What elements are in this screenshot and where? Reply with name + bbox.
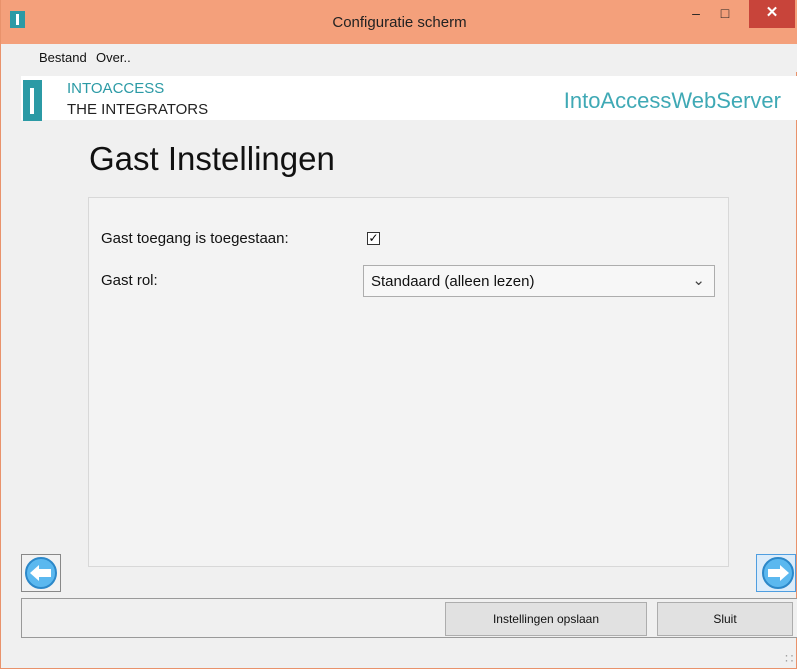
guest-role-select[interactable]: Standaard (alleen lezen) ⌄ [363,265,715,297]
forward-button[interactable] [756,554,796,592]
close-button[interactable]: Sluit [657,602,793,636]
title-bar[interactable]: Configuratie scherm – □ ✕ [1,0,797,44]
product-name: IntoAccessWebServer [563,88,781,113]
close-window-button[interactable]: ✕ [749,0,795,28]
arrow-left-circle-icon [25,557,57,589]
maximize-button[interactable]: □ [712,0,738,28]
settings-panel [88,197,729,567]
menu-bar: Bestand Over.. [1,44,797,72]
arrow-right-circle-icon [762,557,794,589]
logo-mark-icon [23,80,42,121]
guest-access-label: Gast toegang is toegestaan: [101,230,289,247]
resize-grip-icon[interactable]: ⠨⠨ [782,654,794,665]
guest-access-checkbox[interactable]: ✓ [367,232,380,245]
chevron-down-icon: ⌄ [692,272,705,289]
save-settings-button[interactable]: Instellingen opslaan [445,602,647,636]
guest-role-label: Gast rol: [101,272,158,289]
back-button[interactable] [21,554,61,592]
config-window: Configuratie scherm – □ ✕ Bestand Over..… [0,0,797,669]
logo-line-2: THE INTEGRATORS [67,101,209,118]
window-title: Configuratie scherm [332,14,467,31]
page-title: Gast Instellingen [89,140,335,177]
guest-role-value: Standaard (alleen lezen) [371,273,535,290]
menu-item-over[interactable]: Over.. [96,50,131,65]
menu-item-bestand[interactable]: Bestand [39,50,87,65]
logo-line-1: INTOACCESS [67,80,165,97]
minimize-button[interactable]: – [683,0,709,28]
